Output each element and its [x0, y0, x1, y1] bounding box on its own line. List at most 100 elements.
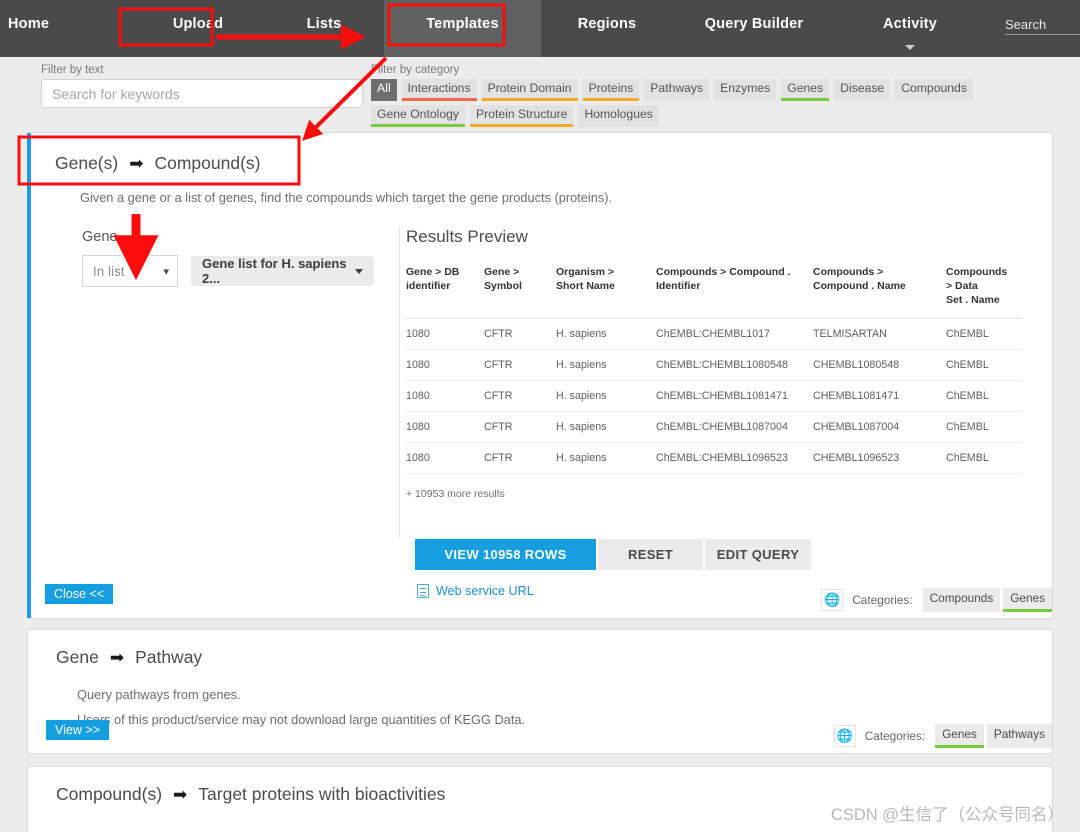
category-chip-all[interactable]: All [371, 79, 397, 101]
category-chip-homologues[interactable]: Homologues [578, 105, 659, 127]
chevron-down-icon: ▾ [163, 265, 169, 278]
card-footer: View >> 🌐 Categories: Genes Pathways [28, 712, 1052, 748]
nav-item-lists[interactable]: Lists [264, 0, 384, 57]
view-button[interactable]: View >> [46, 720, 109, 740]
table-cell: ChEMBL [946, 442, 1022, 474]
table-cell: CHEMBL1081471 [813, 380, 946, 412]
chevron-down-icon [905, 45, 915, 50]
table-row: 1080 CFTR H. sapiens ChEMBL:CHEMBL1017 TELMI… [406, 318, 1022, 350]
nav-item-activity[interactable]: Activity [835, 0, 985, 57]
table-cell: 1080 [406, 349, 484, 381]
category-chip-proteins[interactable]: Proteins [582, 79, 640, 101]
nav-label-query-builder: Query Builder [704, 16, 804, 32]
filter-by-category-group: Filter by category All Interactions Protei… [371, 64, 1061, 127]
category-tag-genes[interactable]: Genes [935, 724, 984, 748]
constraint-operator-value: In list [93, 263, 125, 279]
table-cell: 1080 [406, 411, 484, 443]
nav-item-home[interactable]: Home [0, 0, 132, 57]
category-chip-protein-domain[interactable]: Protein Domain [481, 79, 578, 101]
category-chip-genes[interactable]: Genes [781, 79, 830, 101]
table-cell: ChEMBL:CHEMBL1017 [656, 318, 813, 350]
category-tag-list: Genes Pathways [932, 724, 1052, 748]
category-chip-compounds[interactable]: Compounds [895, 79, 973, 101]
table-column-header: Compounds > Compound . Identifier [656, 265, 813, 319]
vertical-divider [399, 227, 400, 537]
card-footer: Close << 🌐 Categories: Compounds Genes [27, 576, 1052, 612]
nav-item-templates[interactable]: Templates [384, 0, 541, 57]
nav-search-label: Search [1005, 17, 1080, 35]
table-cell: 1080 [406, 380, 484, 412]
card-title-gene-to-compounds[interactable]: Gene(s) ➡ Compound(s) [27, 133, 1052, 174]
table-cell: CFTR [484, 349, 556, 381]
category-tag-compounds[interactable]: Compounds [922, 588, 1001, 612]
results-preview-pane: Results Preview Gene > DB identifier Gene… [382, 207, 1052, 598]
card-body: Gene In list ▾ Gene list for H. sapiens … [27, 207, 1052, 598]
table-cell: H. sapiens [556, 349, 656, 381]
card-title-source: Gene [56, 647, 99, 667]
table-cell: CHEMBL1080548 [813, 349, 946, 381]
card-title-compounds-to-targets[interactable]: Compound(s) ➡ Target proteins with bioac… [28, 767, 1052, 805]
table-cell: ChEMBL:CHEMBL1081471 [656, 380, 813, 412]
category-chip-gene-ontology[interactable]: Gene Ontology [371, 105, 465, 127]
table-cell: H. sapiens [556, 380, 656, 412]
top-navigation: Home Upload Lists Templates Regions Quer… [0, 0, 1080, 57]
table-cell: H. sapiens [556, 318, 656, 350]
action-button-row: VIEW 10958 ROWS RESET EDIT QUERY [415, 539, 1022, 570]
table-cell: CHEMBL1087004 [813, 411, 946, 443]
gene-field-label: Gene [82, 229, 118, 245]
card-title-target: Pathway [135, 647, 203, 667]
globe-icon: 🌐 [833, 725, 856, 747]
table-cell: ChEMBL:CHEMBL1080548 [656, 349, 813, 381]
table-cell: ChEMBL:CHEMBL1096523 [656, 442, 813, 474]
table-cell: CFTR [484, 380, 556, 412]
table-cell: ChEMBL [946, 411, 1022, 443]
table-column-header: Compounds > Data Set . Name [946, 265, 1022, 319]
table-cell: 1080 [406, 442, 484, 474]
table-row: 1080 CFTR H. sapiens ChEMBL:CHEMBL1096523 CH… [406, 442, 1022, 474]
close-button[interactable]: Close << [45, 584, 114, 604]
page-root: Home Upload Lists Templates Regions Quer… [0, 0, 1080, 832]
category-chip-pathways[interactable]: Pathways [644, 79, 710, 101]
category-chip-disease[interactable]: Disease [834, 79, 891, 101]
nav-label-upload: Upload [172, 16, 224, 32]
category-tag-genes[interactable]: Genes [1003, 588, 1052, 612]
reset-button[interactable]: RESET [598, 539, 703, 570]
view-rows-button[interactable]: VIEW 10958 ROWS [415, 539, 596, 570]
category-chip-interactions[interactable]: Interactions [401, 79, 477, 101]
nav-item-query-builder[interactable]: Query Builder [673, 0, 835, 57]
gene-list-select[interactable]: Gene list for H. sapiens 2... [191, 256, 374, 286]
edit-query-button[interactable]: EDIT QUERY [705, 539, 811, 570]
nav-item-regions[interactable]: Regions [541, 0, 673, 57]
nav-label-templates: Templates [426, 16, 499, 32]
gene-list-value: Gene list for H. sapiens 2... [202, 256, 347, 286]
table-column-header: Organism > Short Name [556, 265, 656, 319]
more-results-label: + 10953 more results [406, 488, 505, 500]
nav-label-lists: Lists [306, 16, 342, 32]
table-column-header: Compounds > Compound . Name [813, 265, 946, 319]
table-cell: ChEMBL [946, 349, 1022, 381]
filter-by-text-group: Filter by text [41, 64, 366, 108]
arrow-right-icon: ➡ [109, 647, 125, 667]
table-cell: 1080 [406, 318, 484, 350]
search-input[interactable] [41, 79, 363, 108]
nav-search-area[interactable]: Search [985, 0, 1080, 57]
template-card-list: Gene(s) ➡ Compound(s) Given a gene or a … [0, 132, 1080, 832]
card-title-source: Gene(s) [55, 153, 119, 173]
card-title-target: Compound(s) [154, 153, 261, 173]
card-title-gene-to-pathway[interactable]: Gene ➡ Pathway [28, 630, 1052, 668]
categories-label: Categories: [852, 593, 913, 607]
card-title-target: Target proteins with bioactivities [198, 784, 446, 804]
table-cell: TELMISARTAN [813, 318, 946, 350]
table-cell: CHEMBL1096523 [813, 442, 946, 474]
category-tag-pathways[interactable]: Pathways [986, 724, 1052, 748]
category-chip-enzymes[interactable]: Enzymes [714, 79, 777, 101]
table-cell: H. sapiens [556, 411, 656, 443]
nav-item-upload[interactable]: Upload [132, 0, 264, 57]
caret-down-icon [355, 268, 363, 274]
constraint-operator-select[interactable]: In list ▾ [82, 255, 178, 287]
arrow-right-icon: ➡ [173, 784, 188, 804]
filter-by-category-label: Filter by category [371, 64, 460, 76]
table-body: 1080 CFTR H. sapiens ChEMBL:CHEMBL1017 TELMI… [406, 318, 1022, 474]
table-cell: ChEMBL [946, 380, 1022, 412]
category-chip-protein-structure[interactable]: Protein Structure [469, 105, 574, 127]
